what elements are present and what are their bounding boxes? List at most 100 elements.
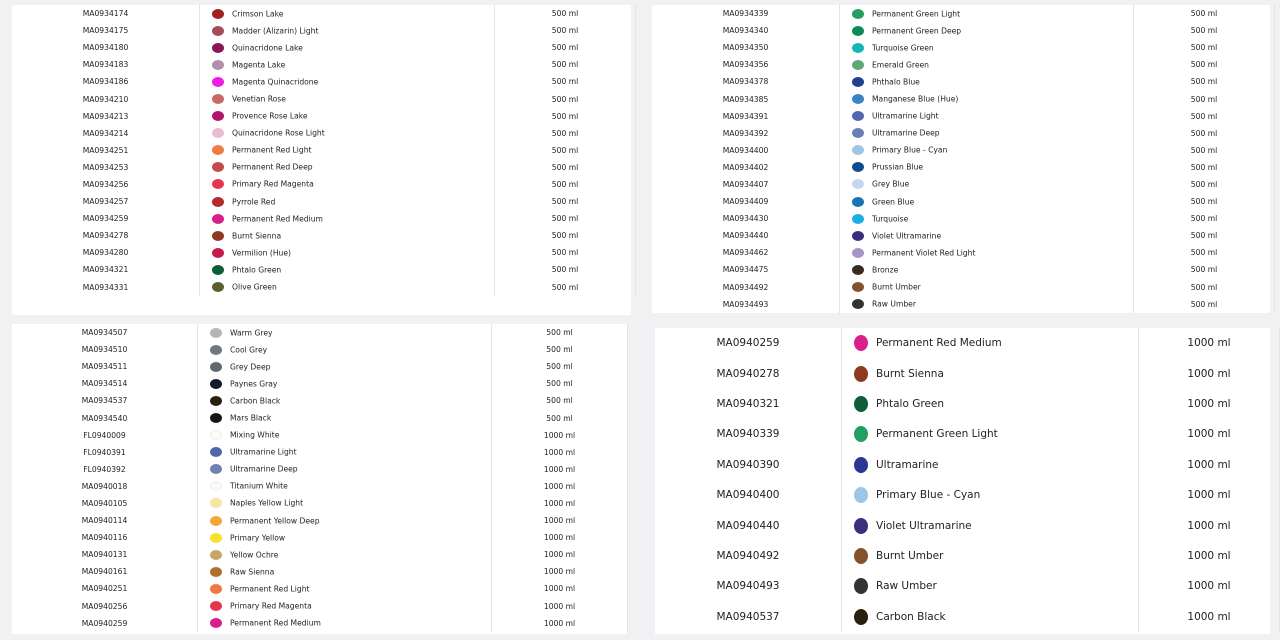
product-code: MA0940339 xyxy=(655,419,842,450)
color-name: Carbon Black xyxy=(876,610,946,623)
product-code: MA0934392 xyxy=(652,124,840,142)
product-code: MA0934210 xyxy=(12,90,200,108)
color-swatch xyxy=(210,378,222,389)
color-swatch xyxy=(210,601,222,612)
color-name-cell: Quinacridone Lake xyxy=(199,39,495,57)
color-name: Ultramarine xyxy=(876,458,939,471)
color-name-cell: Titanium White xyxy=(197,477,492,495)
color-swatch xyxy=(210,430,222,441)
product-code: MA0940018 xyxy=(12,477,198,495)
table-row: MA0934511 Grey Deep 500 ml xyxy=(12,358,628,376)
volume: 500 ml xyxy=(1133,244,1275,262)
color-name: Ultramarine Light xyxy=(230,447,297,457)
color-swatch xyxy=(212,76,224,87)
volume: 1000 ml xyxy=(491,494,628,513)
table-row: MA0934174 Crimson Lake 500 ml xyxy=(12,5,636,23)
volume: 500 ml xyxy=(494,210,636,228)
volume: 500 ml xyxy=(494,261,636,279)
table-row: MA0934391 Ultramarine Light 500 ml xyxy=(652,107,1275,125)
product-code: FL0940391 xyxy=(12,443,198,461)
product-code: MA0940259 xyxy=(12,614,198,632)
color-swatch xyxy=(210,498,222,509)
color-name: Ultramarine Deep xyxy=(230,464,298,474)
product-code: MA0934186 xyxy=(12,73,200,91)
color-swatch xyxy=(854,487,868,504)
volume: 500 ml xyxy=(1133,193,1275,211)
color-name-cell: Permanent Green Light xyxy=(839,5,1134,23)
table-row: MA0940390 Ultramarine 1000 ml xyxy=(655,449,1280,480)
table-row: MA0940116 Primary Yellow 1000 ml xyxy=(12,529,628,547)
volume: 500 ml xyxy=(491,409,628,427)
table-row: FL0940009 Mixing White 1000 ml xyxy=(12,426,628,444)
table-row: MA0934350 Turquoise Green 500 ml xyxy=(652,39,1275,57)
product-code: MA0934259 xyxy=(12,210,200,228)
color-name: Raw Sienna xyxy=(230,567,275,577)
color-name-cell: Phthalo Blue xyxy=(839,73,1134,91)
color-name: Permanent Red Light xyxy=(232,145,312,155)
color-swatch xyxy=(852,196,864,207)
color-name-cell: Venetian Rose xyxy=(199,90,495,108)
volume: 500 ml xyxy=(494,158,636,176)
table-row: MA0940256 Primary Red Magenta 1000 ml xyxy=(12,597,628,615)
volume: 500 ml xyxy=(1133,278,1275,296)
product-code: FL0940009 xyxy=(12,426,198,444)
color-name: Burnt Sienna xyxy=(232,231,282,241)
color-swatch xyxy=(210,515,222,526)
color-name-cell: Burnt Sienna xyxy=(841,358,1139,389)
color-swatch xyxy=(210,566,222,577)
product-code: MA0934462 xyxy=(652,244,840,262)
color-swatch xyxy=(210,447,222,458)
color-name-cell: Primary Blue - Cyan xyxy=(841,479,1139,511)
product-code: MA0934213 xyxy=(12,107,200,125)
color-swatch xyxy=(210,464,222,475)
volume: 1000 ml xyxy=(491,597,628,615)
product-code: MA0940251 xyxy=(12,580,198,598)
color-name-cell: Phtalo Green xyxy=(841,388,1139,420)
color-swatch xyxy=(854,578,868,595)
table-row: MA0934214 Quinacridone Rose Light 500 ml xyxy=(12,124,636,142)
color-name-cell: Grey Blue xyxy=(839,175,1134,194)
table-row: MA0940537 Carbon Black 1000 ml xyxy=(655,601,1280,632)
color-table: MA0940259 Permanent Red Medium 1000 ml M… xyxy=(655,328,1280,632)
color-name: Permanent Red Medium xyxy=(230,618,321,628)
color-name: Carbon Black xyxy=(230,396,281,406)
table-row: MA0934253 Permanent Red Deep 500 ml xyxy=(12,158,636,176)
color-name: Yellow Ochre xyxy=(230,550,279,560)
color-swatch xyxy=(852,8,864,19)
color-name: Raw Umber xyxy=(872,299,916,309)
color-name-cell: Green Blue xyxy=(839,193,1134,211)
table-row: MA0934278 Burnt Sienna 500 ml xyxy=(12,227,636,245)
product-code: MA0940161 xyxy=(12,563,198,581)
volume: 500 ml xyxy=(494,244,636,262)
color-name-cell: Turquoise Green xyxy=(839,39,1134,57)
table-row: MA0940493 Raw Umber 1000 ml xyxy=(655,571,1280,602)
color-name-cell: Pyrrole Red xyxy=(199,193,495,211)
product-code: MA0940321 xyxy=(655,388,842,420)
color-name: Permanent Green Deep xyxy=(872,26,962,36)
table-row: MA0934493 Raw Umber 500 ml xyxy=(652,295,1275,313)
product-code: MA0934174 xyxy=(12,5,200,23)
color-name-cell: Warm Grey xyxy=(197,324,492,342)
table-row: MA0934339 Permanent Green Light 500 ml xyxy=(652,5,1275,23)
color-name-cell: Ultramarine Light xyxy=(197,443,492,461)
product-code: MA0940116 xyxy=(12,529,198,547)
color-name: Prussian Blue xyxy=(872,162,924,172)
color-name: Paynes Gray xyxy=(230,379,278,389)
volume: 500 ml xyxy=(494,56,636,74)
color-name: Manganese Blue (Hue) xyxy=(872,94,959,104)
color-swatch xyxy=(210,583,222,594)
table-row: MA0940105 Naples Yellow Light 1000 ml xyxy=(12,494,628,513)
product-code: MA0934540 xyxy=(12,409,198,427)
color-name-cell: Prussian Blue xyxy=(839,158,1134,176)
volume: 1000 ml xyxy=(1138,388,1280,420)
color-name-cell: Emerald Green xyxy=(839,56,1134,74)
product-code: MA0934440 xyxy=(652,227,840,245)
color-swatch xyxy=(210,395,222,406)
color-name-cell: Olive Green xyxy=(199,278,495,296)
table-row: MA0934257 Pyrrole Red 500 ml xyxy=(12,193,636,211)
color-name-cell: Crimson Lake xyxy=(199,5,495,23)
color-name: Permanent Red Deep xyxy=(232,162,313,172)
color-table: MA0934174 Crimson Lake 500 ml MA0934175 … xyxy=(12,5,636,296)
color-name-cell: Permanent Red Medium xyxy=(841,328,1139,359)
product-code: MA0934256 xyxy=(12,175,200,194)
